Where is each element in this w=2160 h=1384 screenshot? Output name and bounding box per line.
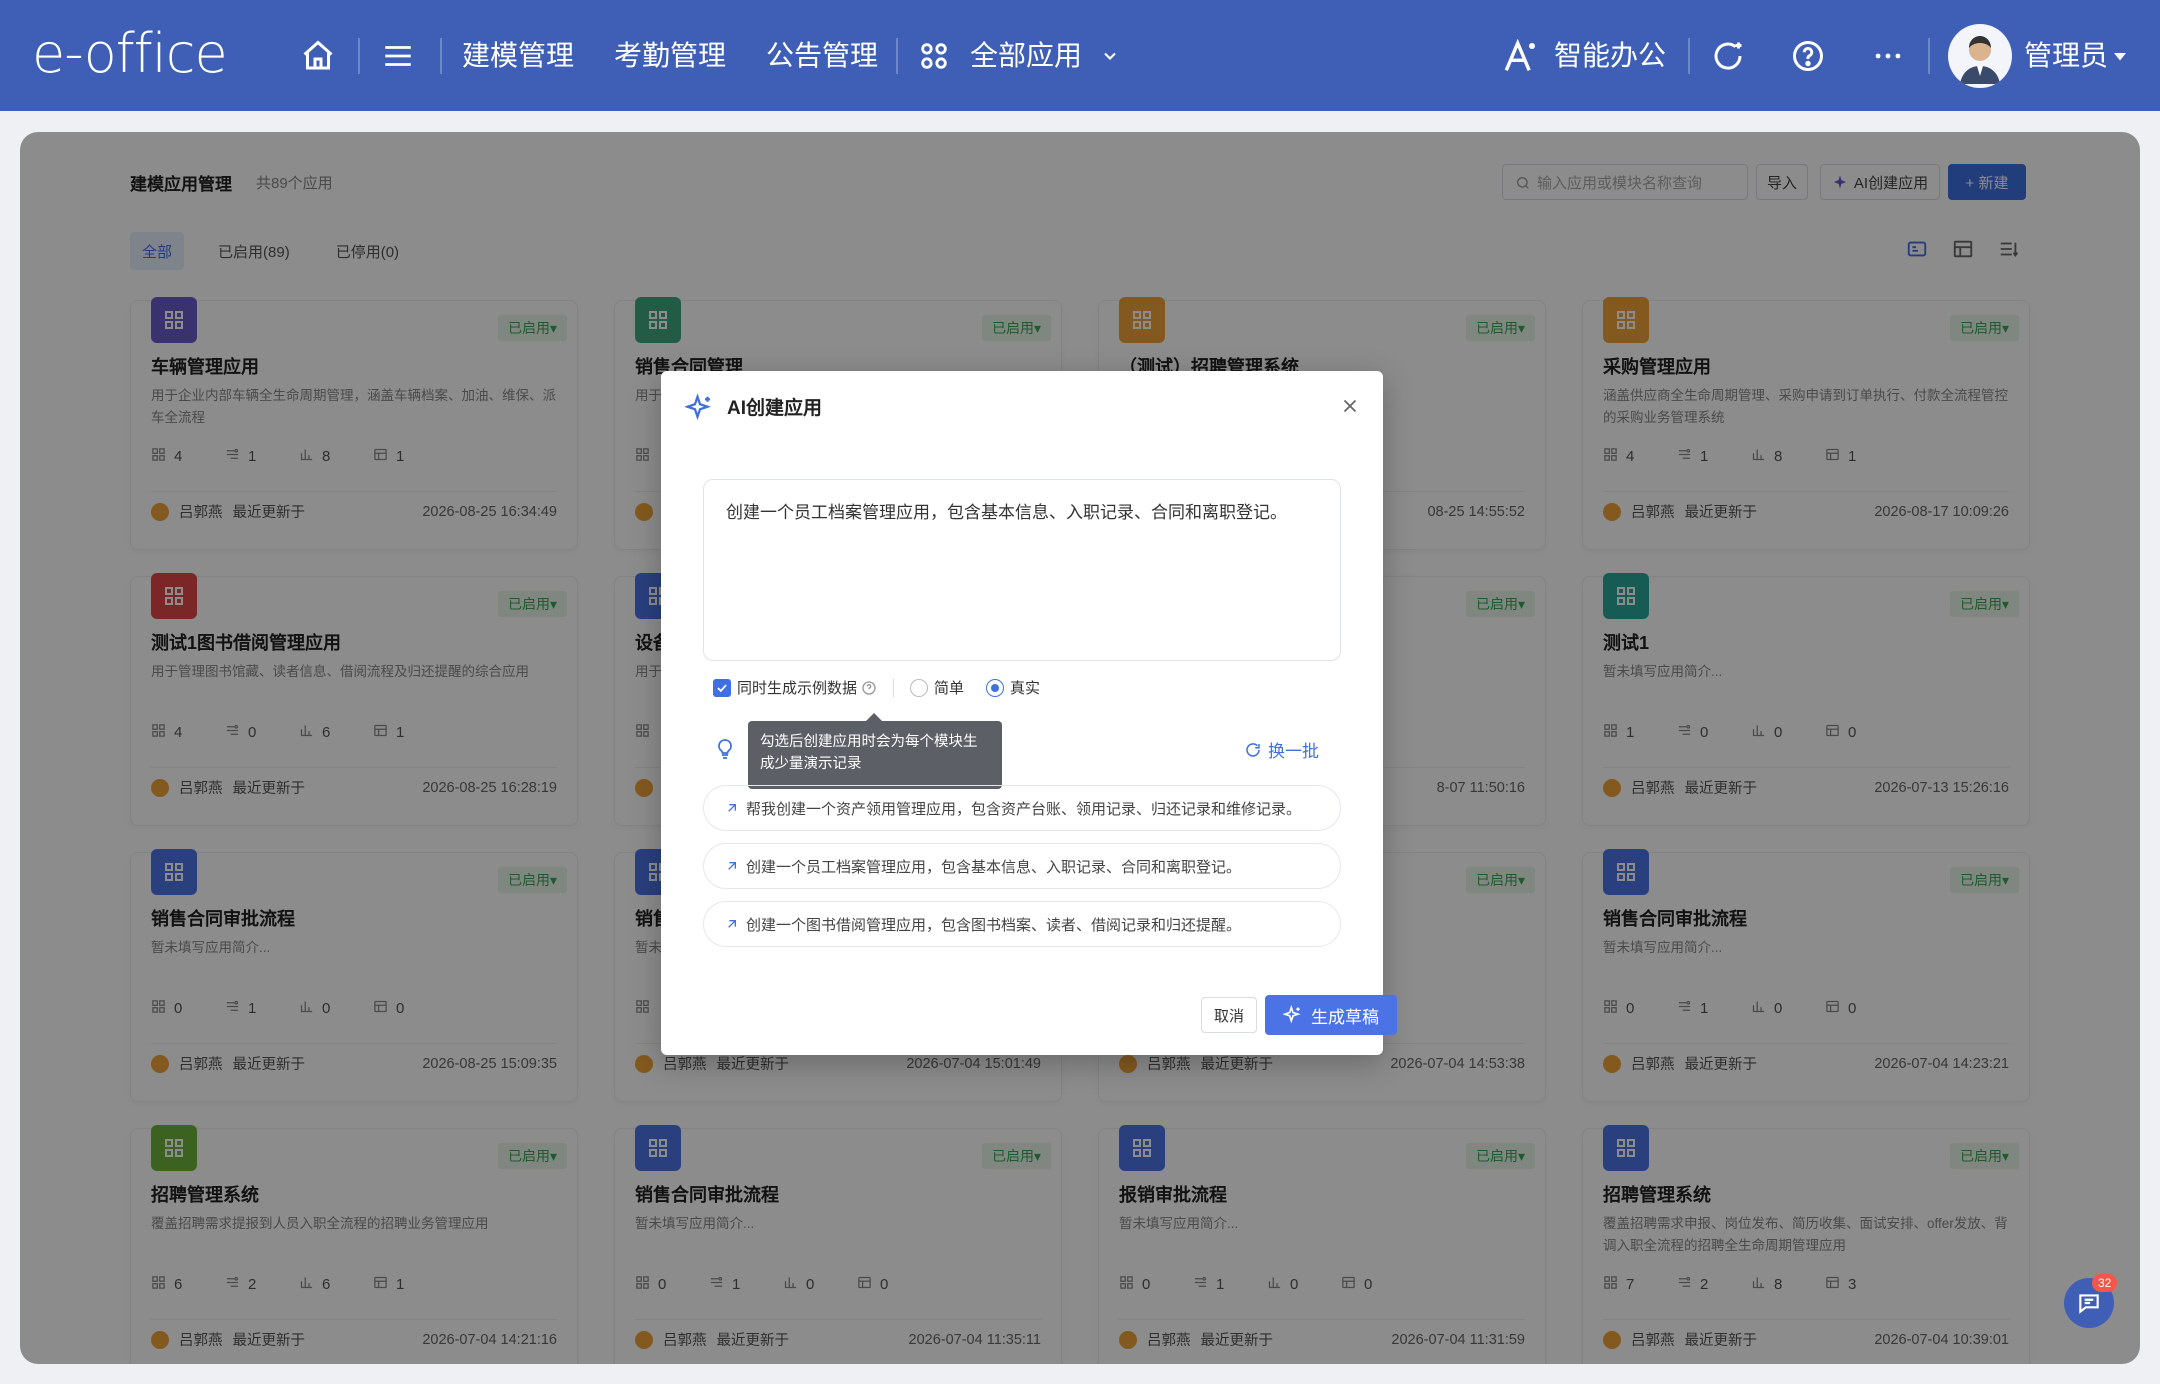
refresh-sparkle-icon[interactable] (1708, 36, 1748, 76)
sample-data-label[interactable]: 同时生成示例数据 (737, 677, 857, 698)
refresh-suggestions-button[interactable]: 换一批 (1244, 737, 1319, 762)
nav-divider (440, 38, 442, 74)
radio-simple[interactable] (910, 678, 929, 697)
suggestion-item[interactable]: 创建一个员工档案管理应用，包含基本信息、入职记录、合同和离职登记。 (703, 843, 1341, 889)
radio-real-label[interactable]: 真实 (1010, 677, 1040, 698)
check-icon (717, 683, 727, 692)
option-divider (893, 678, 895, 697)
radio-real[interactable] (986, 678, 1005, 697)
prompt-input[interactable] (703, 479, 1341, 661)
more-icon[interactable] (1868, 36, 1908, 76)
chevron-down-icon[interactable] (1090, 36, 1130, 76)
refresh-icon (1246, 742, 1260, 757)
cancel-button[interactable]: 取消 (1201, 997, 1257, 1033)
sample-data-checkbox[interactable] (713, 678, 731, 697)
nav-divider (896, 38, 898, 74)
lightbulb-icon (718, 739, 732, 759)
caret-down-icon[interactable] (2100, 36, 2140, 76)
dialog-title: AI创建应用 (727, 398, 823, 419)
arrow-up-right-icon (728, 862, 736, 870)
user-name[interactable]: 管理员 (2024, 36, 2108, 76)
generate-draft-button[interactable]: 生成草稿 (1265, 995, 1397, 1035)
sample-data-tooltip: 勾选后创建应用时会为每个模块生成少量演示记录 (748, 713, 1002, 789)
suggestion-item[interactable]: 帮我创建一个资产领用管理应用，包含资产台账、领用记录、归还记录和维修记录。 (703, 785, 1341, 831)
chat-icon (2079, 1294, 2099, 1314)
refresh-label: 换一批 (1268, 742, 1319, 761)
help-icon[interactable] (1788, 36, 1828, 76)
ai-logo-icon[interactable] (1502, 36, 1542, 76)
nav-divider (1688, 38, 1690, 74)
generation-options: 同时生成示例数据 简单 真实 (713, 677, 1040, 698)
suggestion-text: 创建一个员工档案管理应用，包含基本信息、入职记录、合同和离职登记。 (746, 858, 1242, 876)
menu-icon[interactable] (378, 36, 418, 76)
question-icon[interactable] (861, 680, 877, 696)
suggestion-text: 创建一个图书借阅管理应用，包含图书档案、读者、借阅记录和归还提醒。 (746, 916, 1242, 934)
nav-modeling[interactable]: 建模管理 (462, 36, 574, 76)
suggestion-item[interactable]: 创建一个图书借阅管理应用，包含图书档案、读者、借阅记录和归还提醒。 (703, 901, 1341, 947)
suggestion-text: 帮我创建一个资产领用管理应用，包含资产台账、领用记录、归还记录和维修记录。 (746, 800, 1302, 818)
generate-draft-label: 生成草稿 (1311, 1007, 1379, 1027)
nav-smart-office[interactable]: 智能办公 (1554, 36, 1666, 76)
close-icon[interactable] (1339, 395, 1361, 417)
home-icon[interactable] (298, 36, 338, 76)
top-bar: e-office 建模管理 考勤管理 公告管理 全部应用 智能办公 管理员 (0, 0, 2160, 111)
app-logo[interactable]: e-office (32, 22, 228, 85)
nav-divider (1928, 38, 1930, 74)
sparkle-icon (1283, 1005, 1301, 1024)
nav-announcement[interactable]: 公告管理 (766, 36, 878, 76)
ai-create-dialog: AI创建应用 同时生成示例数据 简单 真实 勾选后创建应用时会为每个模块生成少量… (661, 371, 1397, 1055)
chat-badge: 32 (2092, 1274, 2118, 1292)
radio-simple-label[interactable]: 简单 (934, 677, 964, 698)
arrow-up-right-icon (728, 804, 736, 812)
nav-all-apps[interactable]: 全部应用 (970, 36, 1082, 76)
apps-grid-icon[interactable] (914, 36, 954, 76)
user-avatar[interactable] (1948, 24, 2012, 88)
arrow-up-right-icon (728, 920, 736, 928)
nav-attendance[interactable]: 考勤管理 (614, 36, 726, 76)
nav-divider (358, 38, 360, 74)
sparkle-icon (685, 393, 712, 421)
